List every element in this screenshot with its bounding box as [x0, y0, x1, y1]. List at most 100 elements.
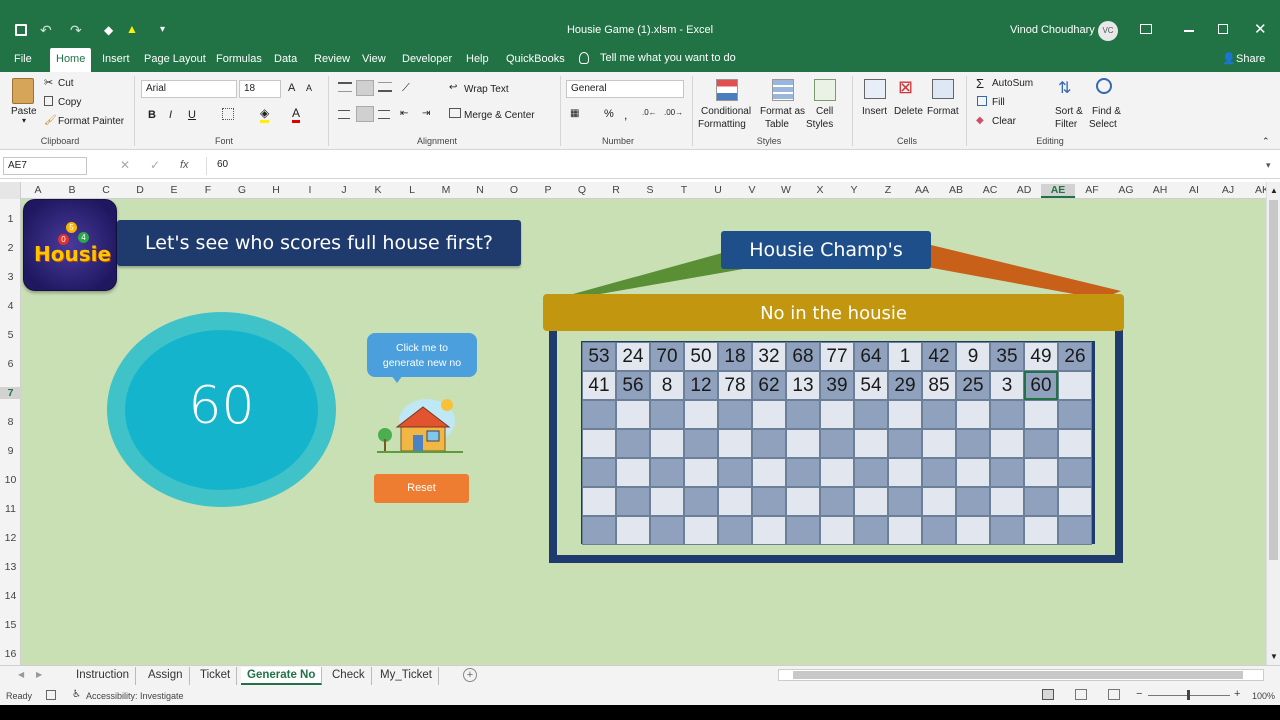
column-header[interactable]: M: [429, 184, 463, 196]
board-cell[interactable]: [820, 400, 854, 429]
row-header[interactable]: 12: [0, 532, 21, 544]
avatar[interactable]: VC: [1098, 21, 1118, 41]
fill-color-icon[interactable]: ◈: [260, 106, 270, 123]
board-cell[interactable]: 68: [786, 342, 820, 371]
column-header[interactable]: R: [599, 184, 633, 196]
conditional-formatting-label[interactable]: Formatting: [698, 119, 746, 130]
sheet-tab-my-ticket[interactable]: My_Ticket: [374, 667, 439, 685]
column-header[interactable]: AE: [1041, 184, 1075, 198]
font-color-icon[interactable]: A: [292, 106, 301, 123]
find-select-label[interactable]: Select: [1089, 119, 1117, 130]
align-left-icon[interactable]: [338, 110, 350, 119]
board-cell[interactable]: 70: [650, 342, 684, 371]
sort-filter-label[interactable]: Filter: [1055, 119, 1077, 130]
insert-function-button[interactable]: fx: [180, 159, 189, 171]
redo-icon[interactable]: ↷: [70, 22, 82, 39]
board-cell[interactable]: [1024, 458, 1058, 487]
sort-filter-button[interactable]: Sort &: [1055, 106, 1083, 117]
column-header[interactable]: G: [225, 184, 259, 196]
horizontal-scrollbar[interactable]: [778, 669, 1264, 681]
row-header[interactable]: 8: [0, 416, 21, 428]
expand-formula-icon[interactable]: ▾: [1266, 160, 1271, 171]
zoom-slider-thumb[interactable]: [1187, 690, 1190, 700]
board-cell[interactable]: [650, 400, 684, 429]
sheet-tab-generate-no[interactable]: Generate No: [241, 667, 323, 685]
row-header[interactable]: 7: [0, 387, 21, 399]
board-cell[interactable]: [718, 516, 752, 545]
board-cell[interactable]: [786, 429, 820, 458]
sheet-tab-check[interactable]: Check: [326, 667, 372, 685]
row-header[interactable]: 9: [0, 445, 21, 457]
enter-icon[interactable]: ✓: [150, 158, 160, 172]
paste-dropdown-icon[interactable]: ▾: [22, 116, 26, 125]
column-header[interactable]: P: [531, 184, 565, 196]
align-center-icon[interactable]: [356, 106, 374, 122]
column-header[interactable]: U: [701, 184, 735, 196]
column-header[interactable]: Y: [837, 184, 871, 196]
fill-button[interactable]: Fill: [992, 97, 1005, 108]
row-header[interactable]: 14: [0, 590, 21, 602]
generate-number-button[interactable]: [375, 395, 465, 455]
column-header[interactable]: W: [769, 184, 803, 196]
zoom-out-icon[interactable]: −: [1136, 688, 1142, 700]
column-header[interactable]: A: [21, 184, 55, 196]
board-cell[interactable]: [582, 487, 616, 516]
scroll-thumb[interactable]: [1269, 200, 1278, 560]
autosum-button[interactable]: AutoSum: [992, 78, 1033, 89]
bold-button[interactable]: B: [148, 109, 156, 121]
board-cell[interactable]: [990, 516, 1024, 545]
format-as-table-button[interactable]: Format as: [760, 106, 805, 117]
board-cell[interactable]: 62: [752, 371, 786, 400]
italic-button[interactable]: I: [169, 109, 172, 121]
merge-center-button[interactable]: Merge & Center: [464, 110, 535, 121]
align-top-icon[interactable]: [338, 82, 352, 92]
board-cell[interactable]: [582, 400, 616, 429]
board-cell[interactable]: [956, 516, 990, 545]
cell-styles-button[interactable]: Cell: [816, 106, 833, 117]
number-format-select[interactable]: General: [566, 80, 684, 98]
eraser-icon[interactable]: ◆: [104, 23, 113, 37]
format-painter-button[interactable]: Format Painter: [58, 116, 124, 127]
board-cell[interactable]: [1058, 429, 1092, 458]
board-cell[interactable]: [718, 400, 752, 429]
board-cell[interactable]: [922, 400, 956, 429]
board-cell[interactable]: [684, 429, 718, 458]
insert-cells-button[interactable]: Insert: [862, 106, 887, 117]
board-cell[interactable]: [1058, 516, 1092, 545]
minimize-icon[interactable]: [1184, 30, 1194, 32]
board-cell[interactable]: [718, 458, 752, 487]
board-cell[interactable]: [650, 487, 684, 516]
column-header[interactable]: S: [633, 184, 667, 196]
board-cell[interactable]: [684, 400, 718, 429]
board-cell[interactable]: [922, 516, 956, 545]
board-cell[interactable]: [922, 458, 956, 487]
accessibility-status[interactable]: Accessibility: Investigate: [86, 691, 184, 701]
column-header[interactable]: AG: [1109, 184, 1143, 196]
column-header[interactable]: O: [497, 184, 531, 196]
board-cell[interactable]: [888, 458, 922, 487]
tab-home[interactable]: Home: [50, 48, 92, 72]
decrease-font-icon[interactable]: A: [306, 83, 312, 93]
column-header[interactable]: AD: [1007, 184, 1041, 196]
board-cell[interactable]: [888, 400, 922, 429]
font-size-select[interactable]: 18: [239, 80, 281, 98]
tab-developer[interactable]: Developer: [396, 48, 458, 72]
borders-icon[interactable]: [222, 108, 234, 120]
user-name[interactable]: Vinod Choudhary: [1010, 24, 1095, 36]
column-header[interactable]: AB: [939, 184, 973, 196]
board-cell[interactable]: [1058, 487, 1092, 516]
board-cell[interactable]: [616, 516, 650, 545]
board-cell[interactable]: [1024, 487, 1058, 516]
board-cell[interactable]: 9: [956, 342, 990, 371]
page-layout-view-icon[interactable]: [1075, 689, 1087, 700]
cell-styles-label[interactable]: Styles: [806, 119, 833, 130]
board-cell[interactable]: [888, 516, 922, 545]
row-header[interactable]: 5: [0, 329, 21, 341]
board-cell[interactable]: [956, 458, 990, 487]
board-cell[interactable]: [854, 487, 888, 516]
name-box[interactable]: AE7: [3, 157, 87, 175]
reset-button[interactable]: Reset: [374, 474, 469, 503]
conditional-formatting-button[interactable]: Conditional: [701, 106, 751, 117]
board-cell[interactable]: [752, 400, 786, 429]
board-cell[interactable]: 53: [582, 342, 616, 371]
